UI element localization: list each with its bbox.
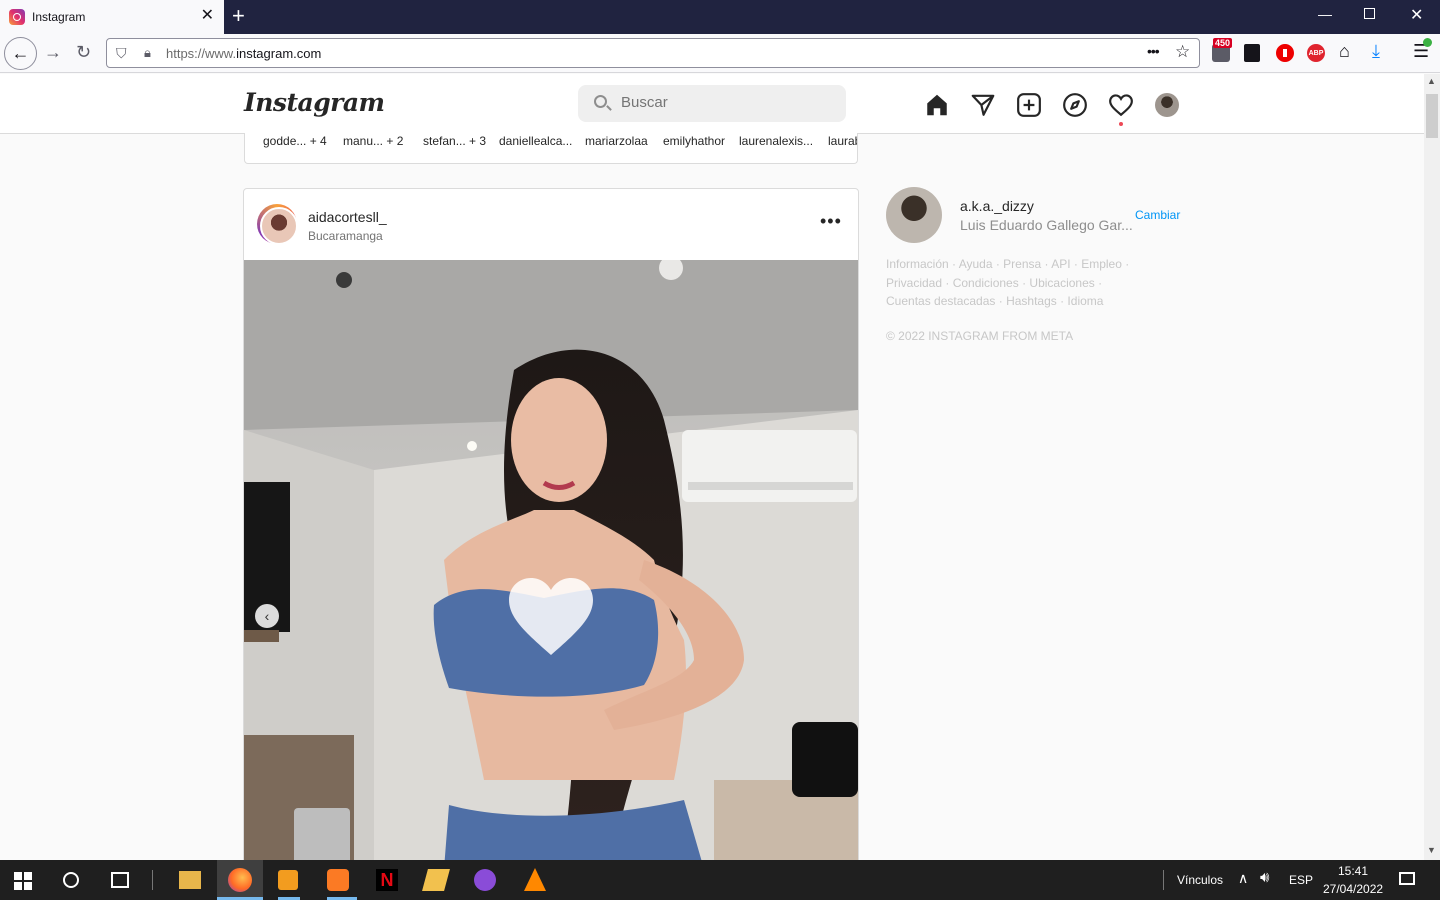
notification-dot [1119, 122, 1123, 126]
scrollbar-thumb[interactable] [1426, 94, 1438, 138]
scroll-up-icon[interactable]: ▲ [1427, 76, 1436, 86]
github-desktop-icon[interactable] [474, 869, 496, 891]
post-image[interactable]: ‹ [244, 260, 858, 867]
story-item[interactable]: godde... + 4 [263, 134, 327, 148]
windows-start-icon[interactable] [14, 872, 32, 890]
story-item[interactable]: stefan... + 3 [423, 134, 486, 148]
browser-navbar: ← → ↻ ⛉ 🔒︎ https://www.instagram.com •••… [0, 34, 1440, 73]
footer-links-line[interactable]: Cuentas destacadas · Hashtags · Idioma [886, 292, 1146, 311]
restore-icon[interactable] [1364, 8, 1375, 19]
story-item[interactable]: laurab [828, 134, 857, 148]
windows-taskbar [0, 860, 1440, 900]
tab-title: Instagram [32, 10, 86, 24]
vlc-icon[interactable] [524, 868, 546, 891]
reload-icon[interactable]: ↻ [76, 42, 91, 62]
firefox-icon[interactable] [228, 868, 252, 892]
minimize-icon[interactable]: — [1318, 6, 1332, 22]
post-author-avatar[interactable] [257, 204, 298, 245]
carousel-prev-icon[interactable]: ‹ [255, 604, 279, 628]
volume-icon[interactable]: 🔊︎ [1260, 869, 1269, 886]
footer-links-line[interactable]: Privacidad · Condiciones · Ubicaciones · [886, 274, 1146, 293]
scroll-down-icon[interactable]: ▼ [1427, 845, 1436, 855]
adblock-icon[interactable]: ABP [1307, 44, 1325, 62]
footer-links-line[interactable]: Información · Ayuda · Prensa · API · Emp… [886, 255, 1146, 274]
page-scrollbar[interactable]: ▲ ▼ [1424, 74, 1440, 860]
show-hidden-icons-icon[interactable]: ∧ [1238, 870, 1248, 887]
direct-messages-icon[interactable] [970, 92, 996, 118]
taskbar-divider [152, 870, 153, 890]
switch-account-link[interactable]: Cambiar [1135, 208, 1180, 222]
story-item[interactable]: daniellealca... [499, 134, 572, 148]
downloads-icon[interactable]: ⤓ [1372, 41, 1380, 62]
home-nav-icon[interactable] [924, 92, 950, 118]
url-text[interactable]: https://www.instagram.com [166, 46, 321, 61]
close-tab-icon[interactable]: ✕ [201, 8, 214, 24]
action-center-icon[interactable] [1399, 872, 1415, 885]
file-explorer-icon[interactable] [179, 871, 201, 889]
browser-titlebar: Instagram ✕ + — ✕ [0, 0, 1440, 34]
clock-date[interactable]: 27/04/2022 [1323, 882, 1383, 896]
url-bar[interactable]: ⛉ 🔒︎ https://www.instagram.com ••• ☆ [106, 38, 1200, 68]
post-username[interactable]: aidacortesll_ [308, 209, 387, 225]
post-location[interactable]: Bucaramanga [308, 229, 383, 243]
back-icon[interactable]: ← [4, 37, 37, 70]
sublime-text-icon[interactable] [278, 870, 298, 890]
close-window-icon[interactable]: ✕ [1410, 5, 1423, 25]
instagram-favicon-icon [9, 9, 25, 25]
footer-links: Información · Ayuda · Prensa · API · Emp… [886, 255, 1146, 311]
more-options-icon[interactable]: ••• [820, 211, 842, 232]
netflix-icon[interactable]: N [376, 869, 398, 891]
story-item[interactable]: laurenalexis... [739, 134, 813, 148]
bookmark-star-icon[interactable]: ☆ [1175, 42, 1190, 62]
instagram-logo[interactable]: Instagram [244, 88, 385, 117]
lock-icon[interactable]: 🔒︎ [144, 45, 151, 61]
post-photo [244, 260, 858, 867]
extension-puzzle-icon[interactable] [1244, 44, 1260, 62]
new-post-icon[interactable] [1016, 92, 1042, 118]
taskbar-divider [1163, 870, 1164, 890]
xampp-icon[interactable] [327, 869, 349, 891]
new-tab-icon[interactable]: + [232, 4, 245, 28]
profile-avatar[interactable] [1155, 93, 1179, 117]
feed-post: aidacortesll_ Bucaramanga ••• ‹ [243, 188, 859, 868]
search-icon [594, 95, 607, 108]
extension-badge: 450 [1213, 38, 1233, 48]
sidebar-full-name: Luis Eduardo Gallego Gar... [960, 217, 1133, 233]
sidebar-user-avatar[interactable] [886, 187, 942, 243]
search-box[interactable] [578, 85, 846, 122]
forward-icon[interactable]: → [44, 42, 62, 62]
explore-icon[interactable] [1062, 92, 1088, 118]
stories-tray: godde... + 4 manu... + 2 stefan... + 3 d… [244, 133, 858, 164]
sidebar-username[interactable]: a.k.a._dizzy [960, 198, 1034, 214]
shield-icon[interactable]: ⛉ [116, 45, 127, 62]
story-item[interactable]: manu... + 2 [343, 134, 403, 148]
cortana-search-icon[interactable] [63, 872, 79, 888]
browser-tab[interactable]: Instagram ✕ [0, 0, 224, 34]
story-item[interactable]: emilyhathor [663, 134, 725, 148]
page-actions-icon[interactable]: ••• [1147, 43, 1160, 59]
task-view-icon[interactable] [111, 872, 129, 888]
clock-time[interactable]: 15:41 [1338, 864, 1368, 878]
instagram-header: Instagram [0, 74, 1424, 134]
home-icon[interactable]: ⌂ [1339, 41, 1350, 62]
links-toolbar-label[interactable]: Vínculos [1177, 873, 1223, 887]
language-indicator[interactable]: ESP [1289, 873, 1313, 887]
search-input[interactable] [621, 94, 831, 111]
activity-heart-icon[interactable] [1108, 92, 1134, 118]
update-badge-icon [1423, 38, 1432, 47]
story-item[interactable]: mariarzolaa [585, 134, 648, 148]
extension-stop-icon[interactable] [1276, 44, 1294, 62]
copyright: © 2022 INSTAGRAM FROM META [886, 329, 1074, 343]
